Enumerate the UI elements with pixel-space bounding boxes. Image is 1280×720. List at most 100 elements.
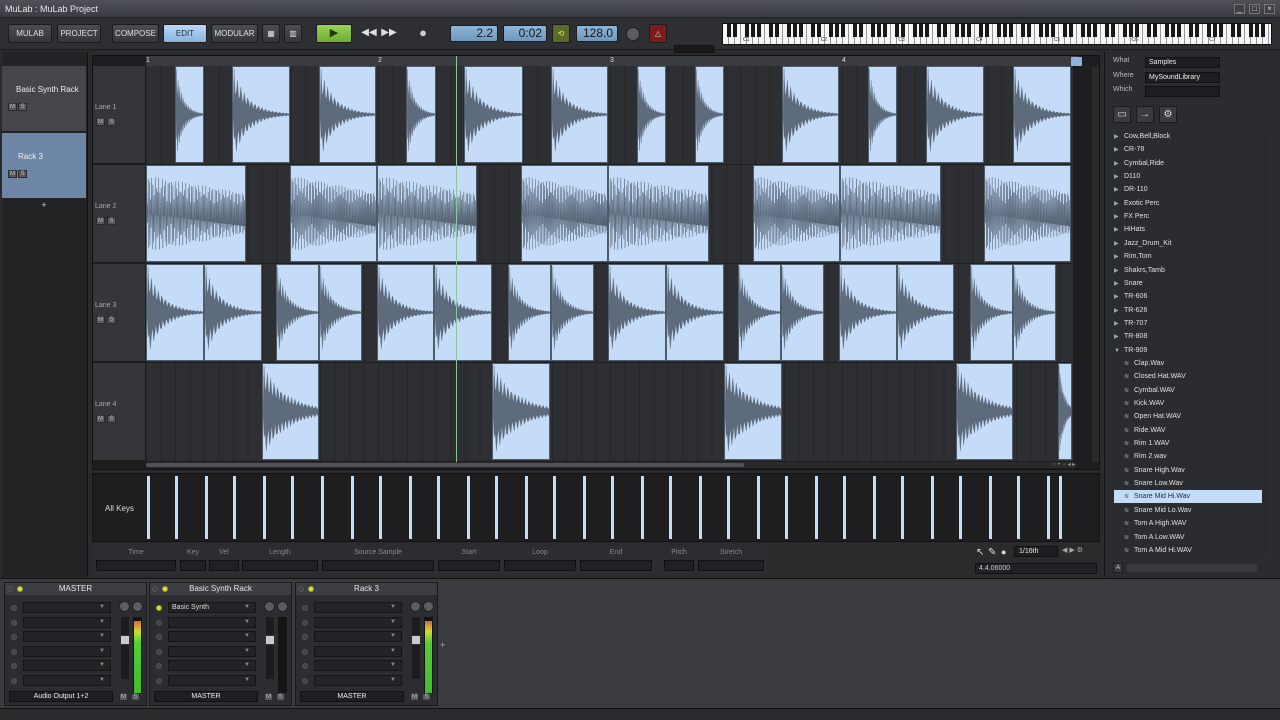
insert-slot[interactable] xyxy=(23,616,111,628)
browser-file[interactable]: ≋ Rim 1.WAV xyxy=(1114,437,1262,450)
key-event-bar[interactable] xyxy=(989,476,992,539)
active-led-icon[interactable] xyxy=(308,586,314,592)
slot-dropdown-icon[interactable]: ▼ xyxy=(244,648,250,654)
prop-field-loop[interactable]: Loop xyxy=(504,547,576,573)
folder-arrow-icon[interactable]: ▶ xyxy=(1114,171,1124,184)
mute-button[interactable]: M xyxy=(96,415,105,423)
sample-clip[interactable] xyxy=(956,363,1013,460)
browser-file[interactable]: ≋ Open Hat.WAV xyxy=(1114,410,1262,423)
insert-slot[interactable] xyxy=(314,660,402,671)
prop-field-stretch[interactable]: Stretch xyxy=(698,547,764,573)
browser-a-button[interactable]: A xyxy=(1113,563,1123,573)
key-event-bar[interactable] xyxy=(1017,476,1020,539)
slot-power-icon[interactable] xyxy=(11,634,17,640)
key-event-bar[interactable] xyxy=(233,476,236,539)
slot-dropdown-icon[interactable]: ▼ xyxy=(390,619,396,625)
folder-arrow-icon[interactable]: ▶ xyxy=(1114,265,1124,278)
sample-clip[interactable] xyxy=(406,66,436,163)
slot-dropdown-icon[interactable]: ▼ xyxy=(390,604,396,610)
browser-folder[interactable]: ▶ TR-626 xyxy=(1114,304,1262,317)
mute-button[interactable]: M xyxy=(8,170,17,178)
folder-arrow-icon[interactable]: ▶ xyxy=(1114,131,1124,144)
key-event-bar[interactable] xyxy=(495,476,498,539)
sample-clip[interactable] xyxy=(984,165,1071,262)
key-event-bar[interactable] xyxy=(409,476,412,539)
compose-button[interactable]: COMPOSE xyxy=(112,24,159,43)
insert-slot[interactable] xyxy=(23,660,111,671)
browser-folder[interactable]: ▶ Snare xyxy=(1114,277,1262,290)
browser-file[interactable]: ≋ Ride.WAV xyxy=(1114,424,1262,437)
key-event-bar[interactable] xyxy=(757,476,760,539)
sample-clip[interactable] xyxy=(868,66,897,163)
scroll-thumb[interactable] xyxy=(146,463,744,467)
sample-clip[interactable] xyxy=(970,264,1013,361)
browser-folder[interactable]: ▶ TR-808 xyxy=(1114,330,1262,343)
key-event-bar[interactable] xyxy=(321,476,324,539)
active-led-icon[interactable] xyxy=(17,586,23,592)
sample-clip[interactable] xyxy=(1058,363,1072,460)
slot-power-icon[interactable] xyxy=(156,634,162,640)
pan-knob[interactable] xyxy=(410,601,421,612)
solo-button[interactable]: S xyxy=(107,217,116,225)
slot-power-icon[interactable] xyxy=(156,648,162,655)
key-event-bar[interactable] xyxy=(437,476,440,539)
edit-button[interactable]: EDIT xyxy=(163,24,207,43)
insert-slot[interactable] xyxy=(23,645,111,657)
lane-grid[interactable] xyxy=(146,66,1073,164)
solo-button[interactable]: S xyxy=(107,118,116,126)
folder-arrow-icon[interactable]: ▶ xyxy=(1114,211,1124,224)
folder-arrow-icon[interactable]: ▶ xyxy=(1114,318,1124,331)
folder-arrow-icon[interactable]: ▶ xyxy=(1114,198,1124,211)
solo-button[interactable]: S xyxy=(422,693,431,701)
sample-clip[interactable] xyxy=(146,165,246,262)
slot-power-icon[interactable] xyxy=(11,605,17,611)
folder-arrow-icon[interactable]: ▶ xyxy=(1114,251,1124,264)
slot-power-icon[interactable] xyxy=(302,648,308,655)
sample-clip[interactable] xyxy=(1013,264,1056,361)
slot-power-icon[interactable] xyxy=(156,663,162,669)
slot-dropdown-icon[interactable]: ▼ xyxy=(99,648,105,654)
insert-slot[interactable] xyxy=(168,616,256,628)
horizontal-scrollbar[interactable] xyxy=(146,462,1076,468)
sample-clip[interactable] xyxy=(1013,66,1071,163)
insert-slot[interactable] xyxy=(314,631,402,642)
sample-clip[interactable] xyxy=(724,363,782,460)
sample-clip[interactable] xyxy=(695,66,724,163)
mulab-button[interactable]: MULAB xyxy=(8,24,52,43)
browser-folder[interactable]: ▶ FX Perc xyxy=(1114,210,1262,223)
prop-field-key[interactable]: Key xyxy=(180,547,206,573)
browser-file[interactable]: ≋ Closed Hat.WAV xyxy=(1114,370,1262,383)
slot-power-icon[interactable] xyxy=(156,677,162,684)
key-event-bar[interactable] xyxy=(727,476,730,539)
key-event-bar[interactable] xyxy=(901,476,904,539)
sample-clip[interactable] xyxy=(551,66,608,163)
vertical-scrollbar[interactable] xyxy=(1092,67,1099,462)
browser-file[interactable]: ≋ Rim 2.wav xyxy=(1114,450,1262,463)
volume-fader[interactable] xyxy=(120,617,130,679)
play-icon[interactable]: ▶ xyxy=(316,24,352,43)
insert-slot[interactable] xyxy=(314,645,402,657)
browser-file[interactable]: ≋ Tom A Low.WAV xyxy=(1114,531,1262,544)
sample-clip[interactable] xyxy=(782,66,839,163)
folder-arrow-icon[interactable]: ▶ xyxy=(1114,291,1124,304)
prop-field-end[interactable]: End xyxy=(580,547,652,573)
folder-icon[interactable]: ▭ xyxy=(1113,106,1131,123)
folder-arrow-icon[interactable]: ▼ xyxy=(1114,345,1124,358)
browser-folder[interactable]: ▶ Cymbal,Ride xyxy=(1114,157,1262,170)
key-event-bar[interactable] xyxy=(379,476,382,539)
sample-clip[interactable] xyxy=(839,264,897,361)
slot-dropdown-icon[interactable]: ▼ xyxy=(390,662,396,668)
lane-header[interactable]: Lane 1 M S xyxy=(93,66,145,164)
slot-dropdown-icon[interactable]: ▼ xyxy=(99,677,105,683)
key-event-bar[interactable] xyxy=(553,476,556,539)
slot-dropdown-icon[interactable]: ▼ xyxy=(99,633,105,639)
sample-clip[interactable] xyxy=(492,363,550,460)
insert-slot[interactable] xyxy=(168,674,256,686)
solo-button[interactable]: S xyxy=(276,693,285,701)
slot-power-icon[interactable] xyxy=(302,663,308,669)
strip-name[interactable]: Rack 3 xyxy=(296,583,437,595)
keys-lane[interactable]: All Keys xyxy=(92,473,1100,542)
browser-folder[interactable]: ▶ TR-606 xyxy=(1114,290,1262,303)
solo-button[interactable]: S xyxy=(18,103,27,111)
browser-folder[interactable]: ▶ Exotic Perc xyxy=(1114,197,1262,210)
